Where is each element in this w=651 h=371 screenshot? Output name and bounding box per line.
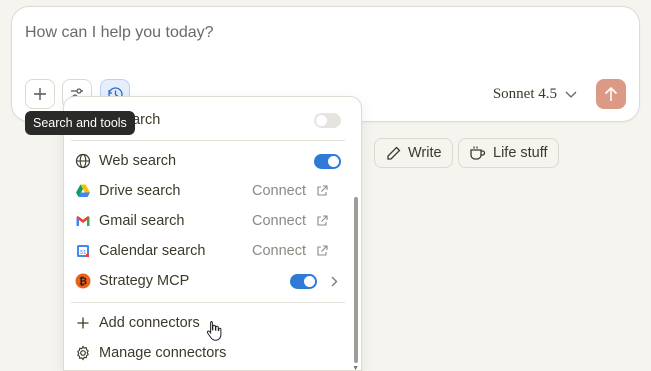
chevron-right-icon[interactable] (331, 276, 338, 287)
scrollbar[interactable]: ▼ (351, 97, 361, 370)
send-button[interactable] (596, 79, 626, 109)
web-search-toggle[interactable] (314, 154, 341, 169)
hand-pointer-cursor-icon (206, 321, 222, 341)
toggle-switch[interactable] (314, 113, 341, 128)
menu-item-label: Manage connectors (99, 345, 227, 361)
strategy-mcp-toggle[interactable] (290, 274, 317, 289)
plus-icon (77, 317, 89, 329)
menu-item-strategy-mcp[interactable]: ₿ Strategy MCP (64, 266, 350, 296)
gmail-icon (76, 216, 90, 226)
google-drive-icon (76, 184, 90, 197)
menu-item-calendar-search[interactable]: 31 Calendar search Connect (64, 236, 350, 266)
external-link-icon (317, 245, 328, 256)
chip-label: Write (408, 145, 442, 161)
model-selector[interactable]: Sonnet 4.5 (493, 86, 577, 103)
menu-item-label: Drive search (99, 183, 181, 199)
manage-connectors-item[interactable]: Manage connectors (64, 338, 350, 368)
menu-item-label: Strategy MCP (99, 273, 190, 289)
tooltip-text: Search and tools (33, 116, 127, 130)
menu-item-gmail-search[interactable]: Gmail search Connect (64, 206, 350, 236)
chevron-down-icon (565, 91, 577, 98)
tooltip: Search and tools (25, 111, 135, 135)
scroll-down-arrow-icon[interactable]: ▼ (352, 365, 359, 370)
menu-item-label: Web search (99, 153, 177, 169)
menu-item-label: Add connectors (99, 315, 200, 331)
menu-item-web-search[interactable]: Web search (64, 146, 350, 176)
connect-link[interactable]: Connect (252, 243, 328, 259)
svg-text:₿: ₿ (79, 276, 87, 288)
connect-label: Connect (251, 213, 306, 229)
chip-life-stuff[interactable]: Life stuff (458, 138, 559, 168)
globe-icon (75, 153, 91, 169)
menu-item-label: Calendar search (99, 243, 206, 259)
arrow-up-icon (604, 86, 618, 101)
bitcoin-icon: ₿ (75, 273, 91, 289)
scrollbar-thumb[interactable] (354, 197, 358, 363)
menu-item-drive-search[interactable]: Drive search Connect (64, 176, 350, 206)
add-button[interactable] (25, 79, 55, 109)
google-calendar-icon: 31 (77, 245, 89, 257)
model-name: Sonnet 4.5 (492, 86, 557, 102)
connect-label: Connect (251, 243, 306, 259)
message-input[interactable]: How can I help you today? (25, 24, 214, 42)
external-link-icon (317, 215, 328, 226)
menu-item-label: Gmail search (99, 213, 185, 229)
divider (71, 140, 345, 141)
coffee-cup-icon (470, 146, 486, 160)
external-link-icon (317, 185, 328, 196)
divider (71, 302, 345, 303)
chip-label: Life stuff (493, 145, 548, 161)
connect-link[interactable]: Connect (252, 183, 328, 199)
connect-label: Connect (251, 183, 306, 199)
connect-link[interactable]: Connect (252, 213, 328, 229)
plus-icon (34, 88, 46, 100)
pencil-icon (387, 146, 401, 160)
gear-icon (77, 345, 89, 361)
svg-text:31: 31 (80, 250, 87, 256)
chip-write[interactable]: Write (374, 138, 453, 168)
